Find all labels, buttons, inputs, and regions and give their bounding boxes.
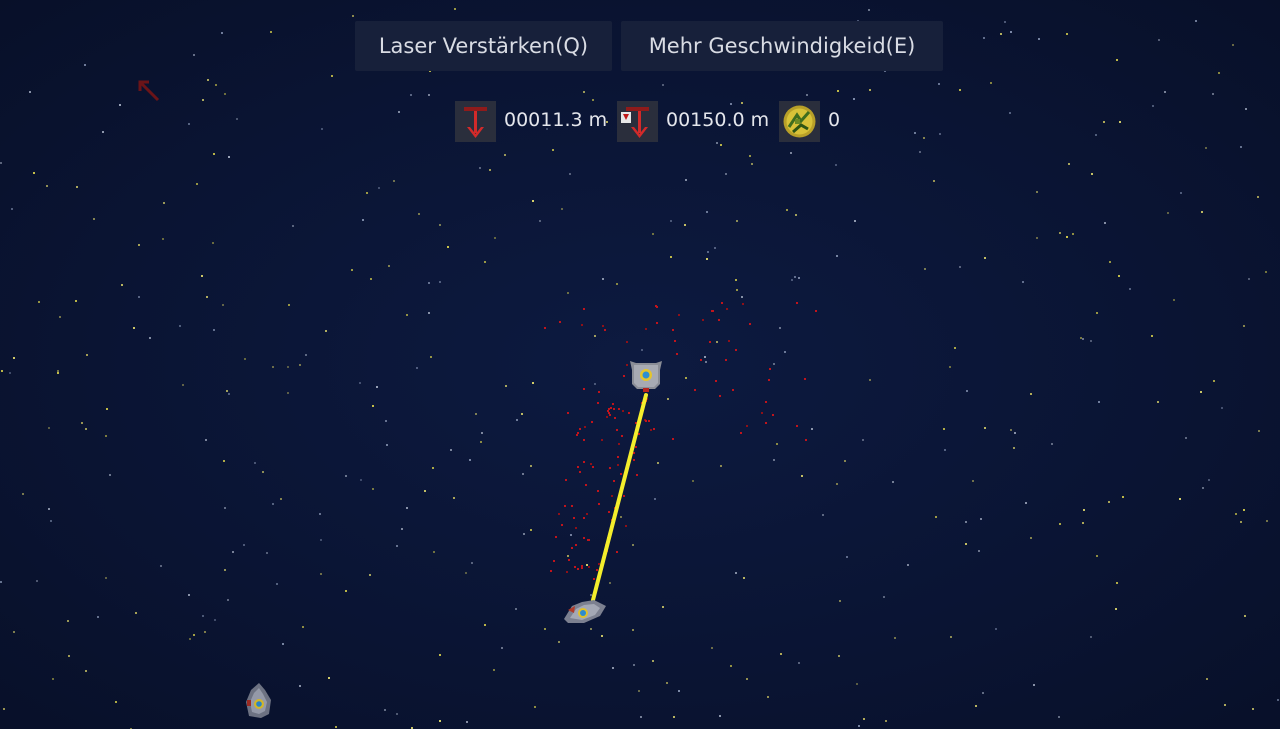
debris-particle — [676, 353, 678, 355]
debris-particle — [719, 395, 721, 397]
debris-particle — [815, 310, 817, 312]
debris-particle — [700, 359, 702, 361]
debris-particle — [623, 375, 625, 377]
debris-particle — [725, 359, 727, 361]
debris-particle — [568, 559, 570, 561]
debris-particle — [576, 434, 578, 436]
debris-particle — [573, 517, 575, 519]
debris-particle — [702, 319, 704, 321]
debris-particle — [555, 536, 557, 538]
debris-particle — [656, 322, 658, 324]
debris-particle — [732, 389, 734, 391]
idle-drone[interactable] — [243, 680, 275, 720]
debris-particle — [726, 308, 728, 310]
debris-particle — [749, 323, 751, 325]
debris-particle — [581, 565, 583, 567]
debris-particle — [577, 466, 579, 468]
debris-particle — [583, 308, 585, 310]
debris-particle — [742, 303, 744, 305]
game-scene[interactable]: Laser Verstärken(Q) Mehr Geschwindigkeid… — [0, 0, 1280, 729]
debris-particle — [796, 302, 798, 304]
debris-particle — [581, 567, 583, 569]
debris-particle — [571, 505, 573, 507]
debris-particle — [804, 378, 806, 380]
debris-particle — [761, 412, 763, 414]
debris-particle — [805, 439, 807, 441]
mining-drone[interactable] — [627, 358, 665, 396]
laser-beam — [591, 393, 648, 602]
debris-particle — [678, 314, 680, 316]
debris-particle — [571, 547, 573, 549]
player-ship[interactable] — [562, 596, 608, 626]
debris-particle — [558, 513, 560, 515]
debris-particle — [575, 544, 577, 546]
debris-particle — [718, 319, 720, 321]
debris-particle — [769, 368, 771, 370]
debris-particle — [765, 401, 767, 403]
debris-particle — [581, 324, 583, 326]
debris-particle — [746, 425, 748, 427]
debris-particle — [645, 328, 647, 330]
debris-particle — [721, 302, 723, 304]
debris-particle — [577, 432, 579, 434]
debris-particle — [626, 341, 628, 343]
debris-particle — [602, 325, 604, 327]
debris-particle — [715, 380, 717, 382]
debris-particle — [550, 570, 552, 572]
debris-particle — [768, 379, 770, 381]
debris-particle — [694, 389, 696, 391]
direction-arrow-icon — [138, 80, 160, 102]
debris-particle — [709, 341, 711, 343]
debris-particle — [544, 327, 546, 329]
debris-particle — [772, 414, 774, 416]
debris-particle — [796, 425, 798, 427]
debris-particle — [674, 340, 676, 342]
debris-particle — [574, 566, 576, 568]
debris-particle — [712, 310, 714, 312]
debris-particle — [728, 340, 730, 342]
debris-particle — [579, 471, 581, 473]
debris-particle — [604, 329, 606, 331]
debris-particle — [567, 412, 569, 414]
debris-particle — [559, 321, 561, 323]
debris-particle — [577, 568, 579, 570]
debris-particle — [553, 560, 555, 562]
debris-particle — [672, 329, 674, 331]
debris-particle — [566, 571, 568, 573]
debris-particle — [735, 349, 737, 351]
debris-particle — [655, 305, 657, 307]
debris-particle — [579, 428, 581, 430]
debris-particle — [765, 422, 767, 424]
debris-particle — [561, 524, 563, 526]
debris-particle — [575, 527, 577, 529]
debris-particle — [564, 505, 566, 507]
debris-particle — [565, 479, 567, 481]
debris-particle — [740, 432, 742, 434]
debris-particle — [672, 438, 674, 440]
